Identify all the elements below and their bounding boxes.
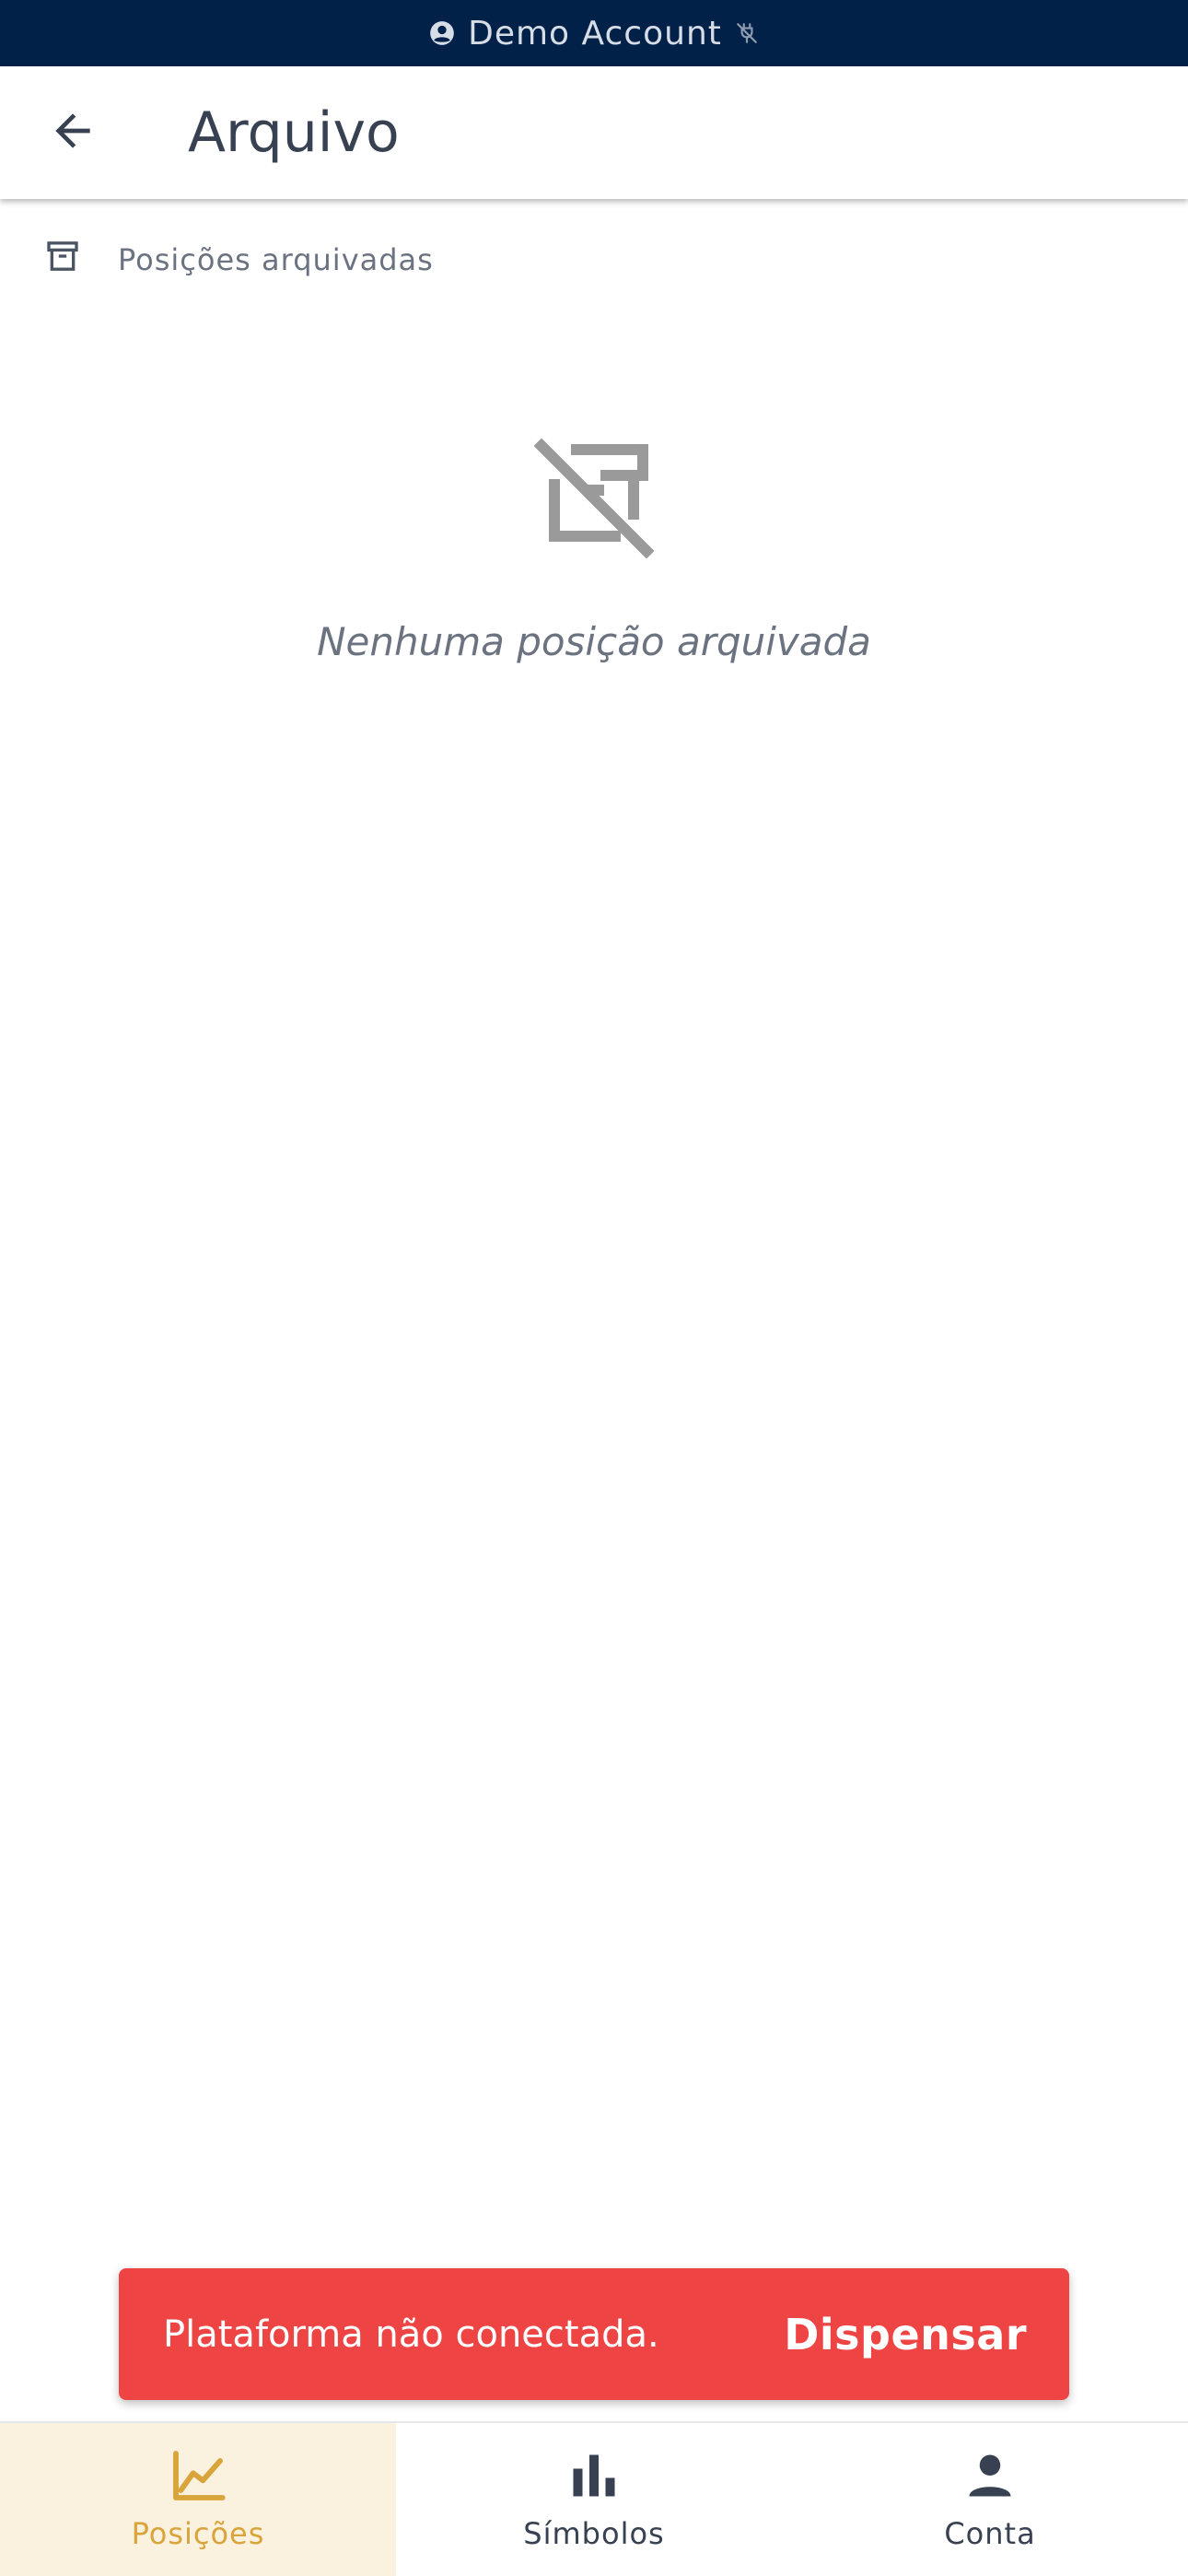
nav-item-symbols[interactable]: Símbolos [396, 2423, 792, 2576]
archive-icon [44, 238, 81, 282]
app-screen: Demo Account Arquivo Posições arquivadas… [0, 0, 1188, 2576]
nav-item-account[interactable]: Conta [792, 2423, 1188, 2576]
nav-label-positions: Posições [131, 2516, 265, 2551]
section-header: Posições arquivadas [44, 232, 434, 287]
person-icon [962, 2448, 1018, 2503]
page-title: Arquivo [188, 100, 400, 165]
app-bar: Arquivo [0, 66, 1188, 199]
bar-chart-icon [566, 2448, 622, 2503]
arrow-back-icon [47, 105, 99, 160]
nav-label-symbols: Símbolos [523, 2516, 665, 2551]
back-button[interactable] [41, 103, 105, 162]
nav-item-positions[interactable]: Posições [0, 2423, 396, 2576]
account-circle-icon [429, 20, 455, 46]
dismiss-button[interactable]: Dispensar [784, 2310, 1027, 2359]
disconnected-plug-icon [735, 21, 759, 45]
error-snackbar: Plataforma não conectada. Dispensar [119, 2268, 1069, 2400]
archive-off-icon [533, 438, 655, 559]
section-label: Posições arquivadas [118, 242, 434, 277]
account-banner: Demo Account [0, 0, 1188, 66]
account-label: Demo Account [468, 14, 722, 53]
nav-label-account: Conta [944, 2516, 1036, 2551]
empty-state-message: Nenhuma posição arquivada [317, 619, 871, 664]
snackbar-message: Plataforma não conectada. [163, 2313, 659, 2356]
bottom-navigation: Posições Símbolos Conta [0, 2421, 1188, 2576]
line-chart-icon [169, 2448, 227, 2503]
